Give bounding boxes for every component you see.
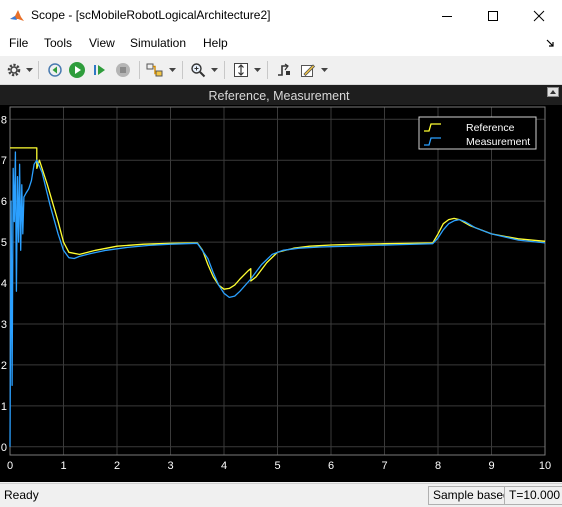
menu-help[interactable]: Help [203,36,228,50]
x-tick-label: 6 [328,460,334,472]
x-tick-label: 4 [221,460,227,472]
chevron-down-icon[interactable] [254,68,261,73]
toolbar-separator [182,61,183,79]
style-icon [301,64,316,77]
maximize-icon [488,10,498,21]
run-button[interactable] [67,60,87,80]
menu-bar: File Tools View Simulation Help [0,31,562,56]
status-text: Ready [4,488,39,502]
x-tick-label: 0 [7,460,13,472]
menu-view[interactable]: View [89,36,115,50]
toolbar-separator [224,61,225,79]
toolbar-separator [267,61,268,79]
y-tick-label: 8 [1,114,7,126]
toolbar-separator [139,61,140,79]
plot-title: Reference, Measurement [208,89,350,103]
legend-entry-label: Measurement [466,136,530,148]
zoom-button[interactable] [188,60,208,80]
step-forward-icon [94,65,105,75]
autoscale-icon [234,63,248,77]
chevron-down-icon[interactable] [211,68,218,73]
chevron-down-icon[interactable] [26,68,33,73]
step-back-icon [48,63,62,77]
y-tick-label: 5 [1,237,7,249]
x-tick-label: 2 [114,460,120,472]
y-tick-label: 7 [1,155,7,167]
menu-tools[interactable]: Tools [44,36,72,50]
toolbar [0,56,562,85]
close-button[interactable] [516,0,562,31]
signal-highlight-button[interactable] [145,60,165,80]
signal-highlight-icon [146,63,163,77]
legend-entry-label: Reference [466,122,515,134]
step-back-button[interactable] [45,60,65,80]
status-bar: Ready Sample based T=10.000 [0,483,562,507]
minimize-button[interactable] [424,0,470,31]
settings-button[interactable] [4,60,24,80]
matlab-app-icon [10,10,24,21]
x-tick-label: 3 [167,460,173,472]
x-tick-label: 9 [488,460,494,472]
sample-mode-indicator: Sample based [428,486,515,505]
minimize-icon [442,15,452,17]
chevron-down-icon[interactable] [321,68,328,73]
y-tick-label: 2 [1,360,7,372]
menu-simulation[interactable]: Simulation [130,36,186,50]
x-tick-label: 5 [274,460,280,472]
y-tick-label: 3 [1,319,7,331]
window-title: Scope - [scMobileRobotLogicalArchitectur… [31,8,271,22]
toolbar-separator [38,61,39,79]
autoscale-button[interactable] [231,60,251,80]
x-tick-label: 10 [539,460,551,472]
chevron-down-icon[interactable] [169,68,176,73]
x-tick-label: 7 [381,460,387,472]
style-button[interactable] [298,60,318,80]
stop-button[interactable] [113,60,133,80]
dock-arrow-icon[interactable] [544,37,556,49]
x-tick-label: 1 [60,460,66,472]
scope-plot[interactable]: Reference, Measurement 0 1 2 3 4 5 6 7 8 9 10 0 1 2 3 4… [0,85,562,482]
run-icon [69,62,85,78]
triggers-icon [278,63,290,76]
undock-icon[interactable] [547,87,559,97]
y-tick-label: 0 [1,442,7,454]
title-bar: Scope - [scMobileRobotLogicalArchitectur… [0,0,562,31]
step-forward-button[interactable] [90,60,110,80]
menu-file[interactable]: File [9,36,28,50]
y-tick-label: 6 [1,196,7,208]
y-tick-label: 1 [1,401,7,413]
x-tick-label: 8 [435,460,441,472]
y-tick-label: 4 [1,278,7,290]
stop-icon [116,63,130,77]
simulation-time-indicator: T=10.000 [504,486,562,505]
maximize-button[interactable] [470,0,516,31]
close-icon [533,10,545,21]
zoom-icon [191,63,206,78]
settings-gear-icon [7,63,21,77]
triggers-button[interactable] [274,60,294,80]
